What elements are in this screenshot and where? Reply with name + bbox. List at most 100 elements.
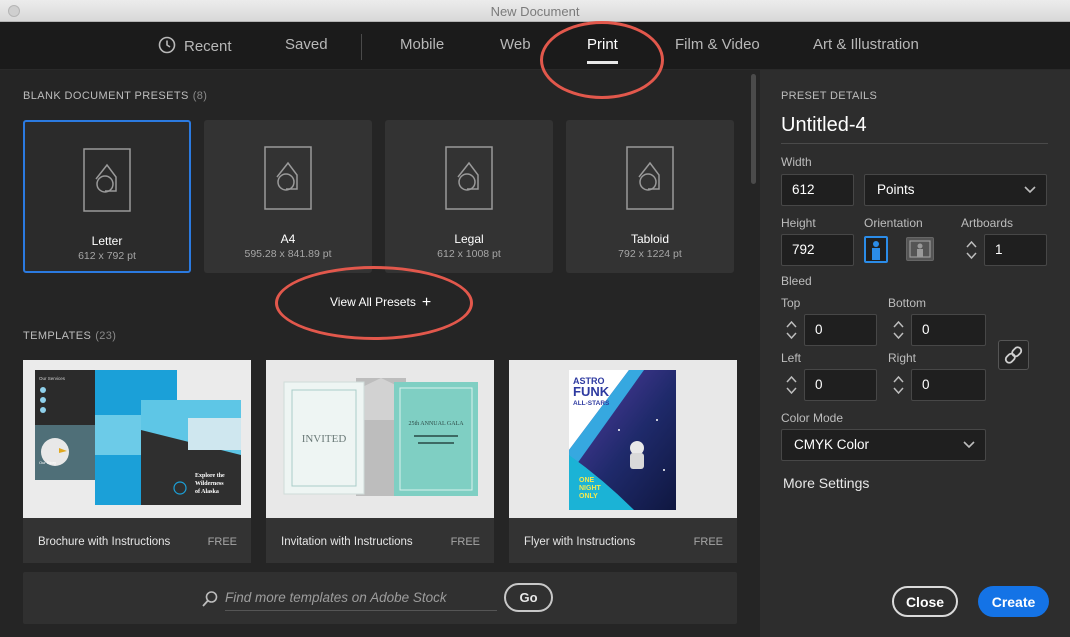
flyer-thumbnail-art: ASTRO FUNK ALL-STARS ONE NIGHT ONLY	[509, 360, 737, 518]
view-all-presets-link[interactable]: View All Presets +	[330, 294, 431, 312]
height-input[interactable]: 792	[781, 234, 854, 266]
bleed-left-label: Left	[781, 351, 802, 365]
create-button[interactable]: Create	[978, 586, 1049, 617]
template-name: Invitation with Instructions	[281, 536, 413, 548]
chevron-up-icon[interactable]	[893, 320, 904, 328]
portrait-person-icon	[872, 241, 880, 260]
chevron-down-icon[interactable]	[786, 332, 797, 340]
height-label: Height	[781, 216, 816, 230]
bleed-right-stepper[interactable]	[888, 369, 910, 401]
template-thumbnail: INVITED 25th ANNUAL GALA	[266, 360, 494, 518]
template-price: FREE	[450, 536, 480, 548]
close-button[interactable]: Close	[892, 586, 958, 617]
preset-name: Legal	[454, 232, 484, 246]
chevron-up-icon[interactable]	[786, 320, 797, 328]
tab-art-illustration[interactable]: Art & Illustration	[813, 36, 919, 53]
bleed-left-stepper[interactable]	[781, 369, 803, 401]
bleed-top-input[interactable]: 0	[804, 314, 877, 346]
preset-size: 612 x 792 pt	[78, 250, 136, 262]
chevron-down-icon[interactable]	[786, 387, 797, 395]
template-price: FREE	[693, 536, 723, 548]
template-invitation[interactable]: INVITED 25th ANNUAL GALA Invitation with…	[266, 360, 494, 563]
preset-size: 612 x 1008 pt	[437, 248, 501, 260]
blank-presets-heading: BLANK DOCUMENT PRESETS (8)	[23, 90, 208, 102]
window-title: New Document	[490, 4, 580, 19]
bleed-bottom-stepper[interactable]	[888, 314, 910, 346]
preset-legal[interactable]: Legal 612 x 1008 pt	[385, 120, 553, 273]
tab-film-video[interactable]: Film & Video	[675, 36, 760, 53]
tab-mobile[interactable]: Mobile	[400, 36, 444, 53]
document-icon	[264, 146, 312, 210]
template-thumbnail: Our Services Our Story Explore the Wilde…	[23, 360, 251, 518]
chevron-down-icon[interactable]	[893, 387, 904, 395]
orientation-landscape-button[interactable]	[906, 237, 934, 261]
template-flyer[interactable]: ASTRO FUNK ALL-STARS ONE NIGHT ONLY Flye…	[509, 360, 737, 563]
stock-search-input[interactable]	[225, 585, 497, 611]
chevron-down-icon[interactable]	[893, 332, 904, 340]
clock-icon	[158, 36, 176, 54]
svg-text:FUNK: FUNK	[573, 384, 610, 399]
bleed-bottom-input[interactable]: 0	[911, 314, 986, 346]
scrollbar-thumb[interactable]	[751, 74, 756, 184]
units-select[interactable]: Points	[864, 174, 1047, 206]
tab-label: Mobile	[400, 36, 445, 53]
bleed-top-stepper[interactable]	[781, 314, 803, 346]
window-titlebar: New Document	[0, 0, 1070, 22]
presets-panel: BLANK DOCUMENT PRESETS (8) Letter 612 x 7…	[0, 70, 760, 637]
color-mode-select[interactable]: CMYK Color	[781, 429, 986, 461]
tab-print[interactable]: Print	[587, 36, 618, 64]
preset-name: Letter	[91, 234, 123, 248]
go-button[interactable]: Go	[504, 583, 553, 612]
tab-recent[interactable]: Recent	[158, 36, 232, 55]
bleed-right-input[interactable]: 0	[911, 369, 986, 401]
template-brochure[interactable]: Our Services Our Story Explore the Wilde…	[23, 360, 251, 563]
tab-saved[interactable]: Saved	[285, 36, 328, 53]
preset-name: Tabloid	[630, 232, 670, 246]
svg-text:ONLY: ONLY	[579, 493, 598, 500]
svg-text:Our Services: Our Services	[39, 376, 66, 381]
preset-a4[interactable]: A4 595.28 x 841.89 pt	[204, 120, 372, 273]
link-bleed-button[interactable]	[998, 340, 1029, 370]
brochure-thumbnail-art: Our Services Our Story Explore the Wilde…	[23, 360, 251, 518]
orientation-portrait-button[interactable]	[864, 236, 888, 263]
preset-name: A4	[280, 232, 296, 246]
preset-details-heading: PRESET DETAILS	[781, 90, 878, 102]
tab-web[interactable]: Web	[500, 36, 531, 53]
preset-details-panel: PRESET DETAILS Untitled-4 Width 612 Poin…	[760, 70, 1070, 637]
tab-label: Recent	[184, 38, 232, 55]
document-icon	[626, 146, 674, 210]
template-price: FREE	[207, 536, 237, 548]
document-icon	[83, 148, 131, 212]
chevron-down-icon[interactable]	[966, 252, 977, 260]
tab-divider	[361, 34, 362, 60]
chevron-up-icon[interactable]	[893, 375, 904, 383]
preset-letter[interactable]: Letter 612 x 792 pt	[23, 120, 191, 273]
artboards-input[interactable]: 1	[984, 234, 1047, 266]
chevron-up-icon[interactable]	[966, 240, 977, 248]
width-input[interactable]: 612	[781, 174, 854, 206]
document-name-field[interactable]: Untitled-4	[781, 114, 1048, 144]
link-icon	[1004, 346, 1023, 364]
tab-label: Print	[587, 36, 618, 53]
more-settings-link[interactable]: More Settings	[783, 475, 869, 491]
preset-size: 595.28 x 841.89 pt	[244, 248, 332, 260]
search-icon	[202, 591, 218, 607]
chevron-up-icon[interactable]	[786, 375, 797, 383]
plus-icon: +	[421, 294, 432, 311]
artboards-stepper[interactable]	[961, 234, 983, 266]
bleed-bottom-label: Bottom	[888, 296, 927, 310]
preset-size: 792 x 1224 pt	[618, 248, 682, 260]
preset-tabloid[interactable]: Tabloid 792 x 1224 pt	[566, 120, 734, 273]
template-name: Flyer with Instructions	[524, 536, 636, 548]
width-label: Width	[781, 155, 812, 169]
bleed-left-input[interactable]: 0	[804, 369, 877, 401]
tab-label: Web	[500, 36, 531, 53]
svg-text:Explore the: Explore the	[195, 473, 225, 479]
bleed-label: Bleed	[781, 274, 812, 288]
color-mode-value: CMYK Color	[794, 437, 870, 452]
svg-text:INVITED: INVITED	[302, 433, 347, 445]
units-value: Points	[877, 182, 915, 197]
tab-label: Art & Illustration	[813, 36, 919, 53]
bleed-right-label: Right	[888, 351, 917, 365]
presets-scrollbar[interactable]	[750, 70, 758, 637]
